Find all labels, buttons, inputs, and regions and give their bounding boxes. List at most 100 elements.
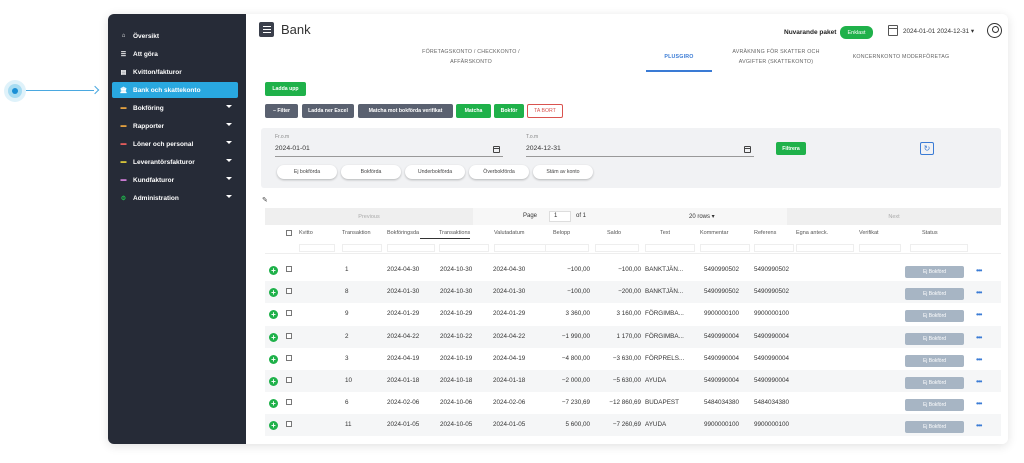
previous-page-button[interactable]: Previous xyxy=(265,208,473,225)
calendar-icon[interactable] xyxy=(493,146,500,153)
sidebar-item-leverantörsfakturor[interactable]: ▬ Leverantörsfakturor xyxy=(112,154,238,170)
sidebar-item-bokföring[interactable]: ▬ Bokföring xyxy=(112,100,238,116)
menu-toggle-button[interactable] xyxy=(259,22,274,37)
expand-row-icon[interactable]: + xyxy=(269,399,278,409)
more-options-icon[interactable]: ••• xyxy=(976,310,982,319)
row-checkbox[interactable] xyxy=(286,377,292,383)
more-options-icon[interactable]: ••• xyxy=(976,355,982,364)
page-number-input[interactable]: 1 xyxy=(549,211,571,222)
more-options-icon[interactable]: ••• xyxy=(976,288,982,297)
expand-row-icon[interactable]: + xyxy=(269,288,278,298)
status-badge[interactable]: Ej Bokförd xyxy=(905,377,964,389)
column-filter-input[interactable] xyxy=(439,244,489,252)
refresh-icon[interactable]: ↻ xyxy=(920,142,934,155)
row-checkbox[interactable] xyxy=(286,310,292,317)
column-filter-input[interactable] xyxy=(859,244,901,252)
apply-filter-button[interactable]: Filtrera xyxy=(776,142,806,155)
sidebar-item-löner-och-personal[interactable]: ▬ Löner och personal xyxy=(112,136,238,152)
upload-button[interactable]: Ladda upp xyxy=(265,82,306,96)
expand-row-icon[interactable]: + xyxy=(269,377,278,386)
expand-row-icon[interactable]: + xyxy=(269,310,278,320)
row-checkbox[interactable] xyxy=(286,288,292,295)
table-row[interactable]: +2 2024-04-22 2024-10-22 2024-04-22 −1 990,0… xyxy=(265,325,1001,348)
date-range-select[interactable]: 2024-01-01 2024-12-31 ▾ xyxy=(903,28,974,35)
column-filter-input[interactable] xyxy=(910,244,968,252)
row-checkbox[interactable] xyxy=(286,354,292,361)
column-filter-input[interactable] xyxy=(342,244,382,252)
column-header[interactable]: Text xyxy=(660,230,670,236)
column-filter-input[interactable] xyxy=(595,244,639,252)
rows-per-page-select[interactable]: 20 rows ▾ xyxy=(689,213,715,220)
status-badge[interactable]: Ej Bokförd xyxy=(905,399,964,412)
book-button[interactable]: Bokför xyxy=(494,104,524,118)
delete-button[interactable]: TA BORT xyxy=(527,104,563,118)
expand-row-icon[interactable]: + xyxy=(269,332,278,342)
edit-icon[interactable]: ✎ xyxy=(262,196,268,204)
column-filter-input[interactable] xyxy=(494,244,546,252)
plan-badge[interactable]: Enklast xyxy=(840,26,873,39)
status-badge[interactable]: Ej Bokförd xyxy=(905,288,964,301)
status-badge[interactable]: Ej Bokförd xyxy=(905,266,964,278)
download-excel-button[interactable]: Ladda ner Excel xyxy=(302,104,354,118)
column-filter-input[interactable] xyxy=(545,244,589,252)
column-header[interactable]: Verifikat xyxy=(859,230,879,236)
more-options-icon[interactable]: ••• xyxy=(976,266,982,275)
column-header[interactable]: Saldo xyxy=(607,230,621,236)
more-options-icon[interactable]: ••• xyxy=(976,399,982,408)
sidebar-item-kvitton-fakturor[interactable]: ▤ Kvitton/fakturor xyxy=(112,64,238,80)
from-date-input[interactable]: 2024-01-01 xyxy=(275,145,310,152)
sidebar-item-att-göra[interactable]: ☰ Att göra xyxy=(112,46,238,62)
pill-overbokforda[interactable]: Överbokförda xyxy=(469,165,529,179)
match-button[interactable]: Matcha xyxy=(456,104,491,118)
expand-row-icon[interactable]: + xyxy=(269,266,278,275)
pill-underbokforda[interactable]: Underbokförda xyxy=(405,165,465,179)
expand-row-icon[interactable]: + xyxy=(269,354,278,364)
user-avatar-icon[interactable] xyxy=(987,23,1002,38)
calendar-icon[interactable] xyxy=(744,146,751,153)
column-header[interactable]: Kommentar xyxy=(700,230,728,236)
pill-bokforda[interactable]: Bokförda xyxy=(341,165,401,179)
column-header[interactable]: Referens xyxy=(754,230,776,236)
status-badge[interactable]: Ej Bokförd xyxy=(905,421,964,434)
row-checkbox[interactable] xyxy=(286,399,292,406)
column-header[interactable]: Status xyxy=(922,230,938,236)
column-header[interactable]: Transaktion xyxy=(342,230,371,236)
more-options-icon[interactable]: ••• xyxy=(976,333,982,342)
column-header[interactable]: Kvitto xyxy=(299,230,313,236)
tab-skattekonto[interactable]: AVRÄKNING FÖR SKATTER OCH AVGIFTER (SKAT… xyxy=(716,47,836,67)
sidebar-item-rapporter[interactable]: ▬ Rapporter xyxy=(112,118,238,134)
column-header[interactable]: Transaktions xyxy=(439,230,470,236)
table-row[interactable]: +9 2024-01-29 2024-10-29 2024-01-29 3 360,00… xyxy=(265,303,1001,325)
column-filter-input[interactable] xyxy=(700,244,750,252)
expand-row-icon[interactable]: + xyxy=(269,421,278,431)
calendar-icon[interactable] xyxy=(888,25,898,36)
match-verification-button[interactable]: Matcha mot bokförda verifikat xyxy=(358,104,453,118)
column-header[interactable]: Bokföringsda xyxy=(387,230,419,236)
table-row[interactable]: +11 2024-01-05 2024-10-05 2024-01-05 5 600,0… xyxy=(265,414,1001,437)
pill-ej-bokforda[interactable]: Ej bokförda xyxy=(277,165,337,179)
sidebar-item-kundfakturor[interactable]: ▬ Kundfakturor xyxy=(112,172,238,188)
table-row[interactable]: +10 2024-01-18 2024-10-18 2024-01-18 −2 000,… xyxy=(265,370,1001,392)
column-header[interactable]: Belopp xyxy=(553,230,570,236)
status-badge[interactable]: Ej Bokförd xyxy=(905,332,964,345)
table-row[interactable]: +6 2024-02-06 2024-10-06 2024-02-06 −7 230,6… xyxy=(265,392,1001,414)
more-options-icon[interactable]: ••• xyxy=(976,377,982,386)
row-checkbox[interactable] xyxy=(286,421,292,428)
row-checkbox[interactable] xyxy=(286,332,292,339)
table-row[interactable]: +1 2024-04-30 2024-10-30 2024-04-30 −100,00 −… xyxy=(265,259,1001,281)
sidebar-item-översikt[interactable]: ⌂ Översikt xyxy=(112,28,238,44)
tab-koncernkonto[interactable]: KONCERNKONTO MODERFÖRETAG xyxy=(836,52,966,62)
column-header[interactable]: Egna anteck. xyxy=(796,230,828,236)
table-row[interactable]: +8 2024-01-30 2024-10-30 2024-01-30 −100,00 −… xyxy=(265,281,1001,304)
sidebar-item-bank-och-skattekonto[interactable]: 🏛 Bank och skattekonto xyxy=(112,82,238,98)
table-row[interactable]: +3 2024-04-19 2024-10-19 2024-04-19 −4 800,0… xyxy=(265,348,1001,370)
row-checkbox[interactable] xyxy=(286,266,292,272)
tab-foretagskonto[interactable]: FÖRETAGSKONTO / CHECKKONTO / AFFÄRSKONTO xyxy=(411,47,531,67)
pill-stam-av-konto[interactable]: Stäm av konto xyxy=(533,165,593,179)
status-badge[interactable]: Ej Bokförd xyxy=(905,354,964,367)
more-options-icon[interactable]: ••• xyxy=(976,421,982,430)
column-filter-input[interactable] xyxy=(796,244,854,252)
tab-plusgiro[interactable]: PLUSGIRO xyxy=(646,52,712,62)
column-filter-input[interactable] xyxy=(299,244,335,252)
filter-toggle-button[interactable]: − Filter xyxy=(265,104,298,118)
